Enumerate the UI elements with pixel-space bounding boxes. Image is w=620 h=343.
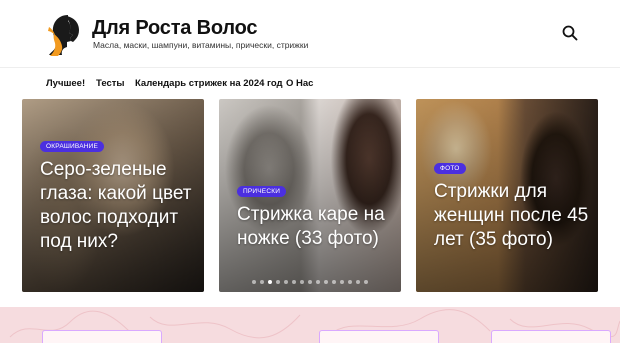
- slider-dot[interactable]: [268, 280, 272, 284]
- slider-dot[interactable]: [364, 280, 368, 284]
- post-card-preview[interactable]: [491, 330, 611, 343]
- slider-dot[interactable]: [308, 280, 312, 284]
- slider-dots: [252, 280, 368, 284]
- card-title[interactable]: Стрижка каре на ножке (33 фото): [237, 203, 397, 251]
- slider-dot[interactable]: [340, 280, 344, 284]
- nav-item-haircut-calendar[interactable]: Календарь стрижек на 2024 год: [135, 78, 283, 89]
- slider-dot[interactable]: [356, 280, 360, 284]
- woman-profile-logo[interactable]: [46, 13, 82, 57]
- category-badge[interactable]: Окрашивание: [40, 141, 105, 152]
- site-title[interactable]: Для Роста Волос: [92, 17, 257, 40]
- slider-dot[interactable]: [276, 280, 280, 284]
- slider-dot[interactable]: [324, 280, 328, 284]
- card-title[interactable]: Стрижки для женщин после 45 лет (35 фото…: [434, 180, 594, 252]
- category-badge[interactable]: Фото: [434, 163, 466, 174]
- card-title[interactable]: Серо-зеленые глаза: какой цвет волос под…: [40, 158, 200, 254]
- featured-card-2[interactable]: Прически Стрижка каре на ножке (33 фото): [219, 99, 401, 292]
- post-card-preview[interactable]: [319, 330, 439, 343]
- slider-dot[interactable]: [300, 280, 304, 284]
- search-icon[interactable]: [561, 24, 579, 42]
- site-header: Для Роста Волос Масла, маски, шампуни, в…: [0, 0, 620, 68]
- nav-item-best[interactable]: Лучшее!: [46, 78, 85, 89]
- site-description: Масла, маски, шампуни, витамины, прическ…: [93, 40, 309, 50]
- main-nav: Лучшее! Тесты Календарь стрижек на 2024 …: [0, 69, 620, 99]
- decorative-band: [0, 307, 620, 343]
- slider-dot[interactable]: [348, 280, 352, 284]
- featured-card-1[interactable]: Окрашивание Серо-зеленые глаза: какой цв…: [22, 99, 204, 292]
- slider-dot[interactable]: [252, 280, 256, 284]
- slider-dot[interactable]: [332, 280, 336, 284]
- slider-dot[interactable]: [284, 280, 288, 284]
- slider-dot[interactable]: [316, 280, 320, 284]
- slider-dot[interactable]: [292, 280, 296, 284]
- nav-item-about[interactable]: О Нас: [286, 78, 313, 89]
- featured-card-3[interactable]: Фото Стрижки для женщин после 45 лет (35…: [416, 99, 598, 292]
- post-card-preview[interactable]: [42, 330, 162, 343]
- nav-item-tests[interactable]: Тесты: [96, 78, 125, 89]
- category-badge[interactable]: Прически: [237, 186, 287, 197]
- slider-dot[interactable]: [260, 280, 264, 284]
